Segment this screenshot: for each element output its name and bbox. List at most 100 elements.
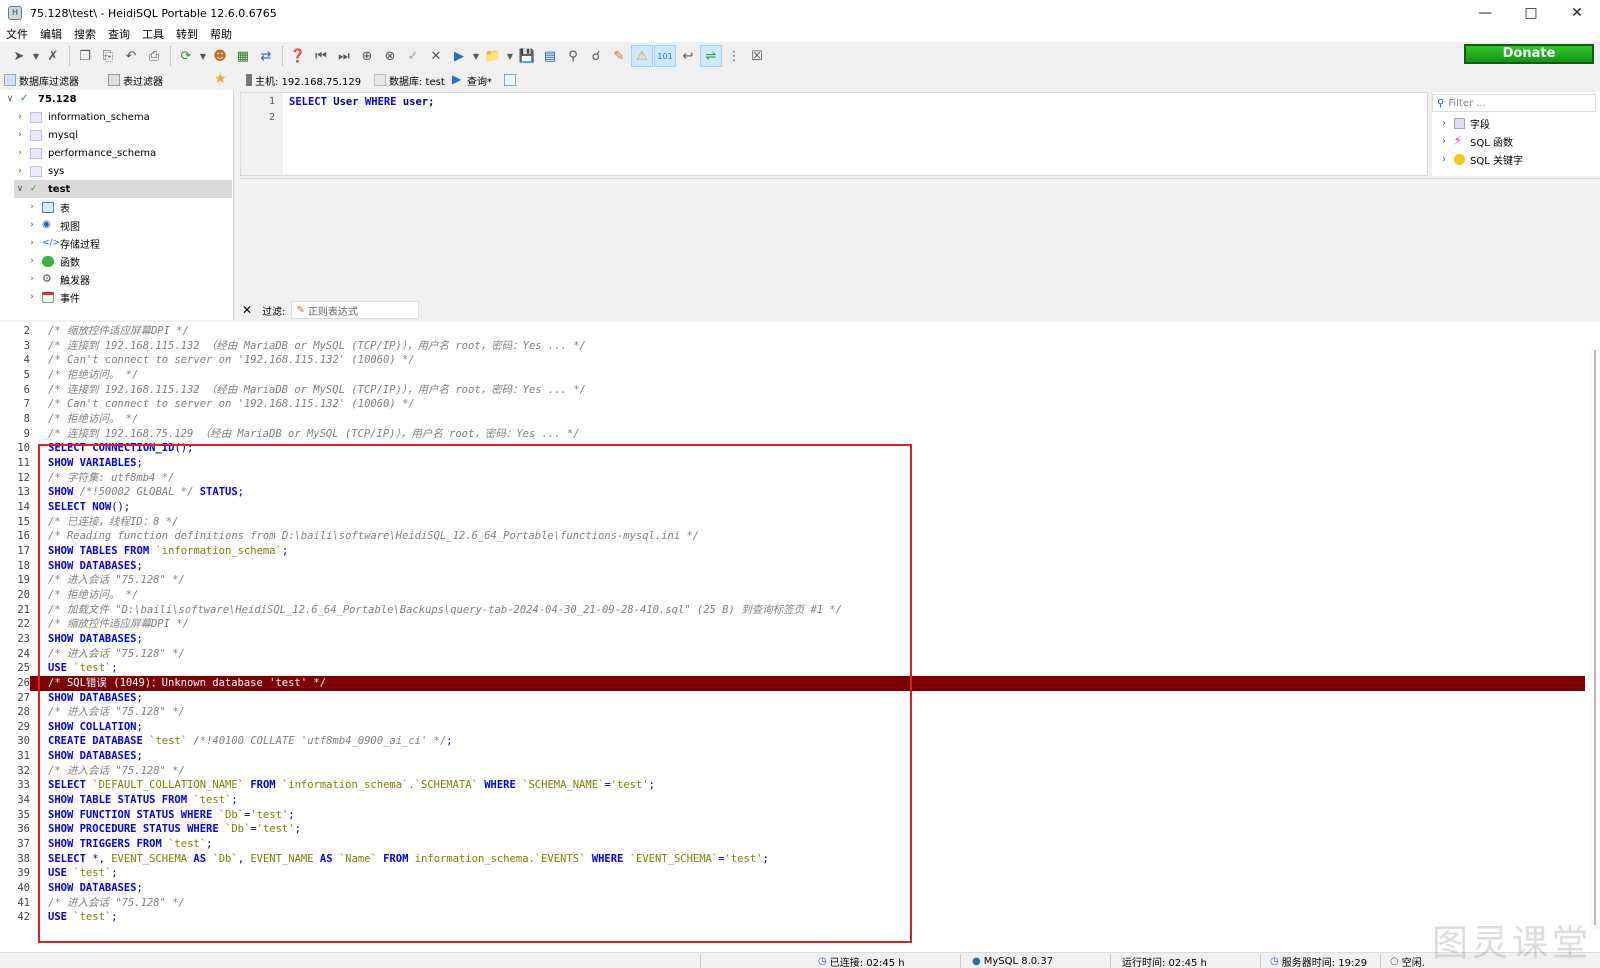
donate-button[interactable]: Donate — [1464, 44, 1594, 64]
open-folder-icon[interactable]: 📁 — [482, 45, 504, 67]
close-icon[interactable]: ✕ — [242, 303, 252, 317]
log-row[interactable]: 42 USE `test`; — [0, 910, 1585, 925]
refresh-icon[interactable]: ⟳ — [175, 45, 197, 67]
tree-db-test[interactable]: ∨ ✓ test — [14, 180, 232, 198]
log-row[interactable]: 28 /* 进入会话 "75.128" */ — [0, 705, 1585, 720]
log-row[interactable]: 32 /* 进入会话 "75.128" */ — [0, 764, 1585, 779]
maximize-button[interactable]: □ — [1508, 0, 1554, 26]
log-row[interactable]: 31 SHOW DATABASES; — [0, 749, 1585, 764]
helper-item-sql-functions[interactable]: › ⚡ SQL 函数 — [1442, 132, 1513, 150]
save-icon[interactable]: 💾 — [516, 45, 538, 67]
log-row[interactable]: 38 SELECT *, EVENT_SCHEMA AS `Db`, EVENT_… — [0, 852, 1585, 867]
format-icon[interactable]: ✎ — [608, 45, 630, 67]
user-manager-icon[interactable]: ☻ — [209, 45, 231, 67]
menu-file[interactable]: 文件 — [0, 26, 34, 42]
chevron-right-icon[interactable]: › — [1442, 118, 1446, 129]
log-row[interactable]: 5 /* 拒绝访问。 */ — [0, 368, 1585, 383]
helpers-filter-input[interactable]: ⚲ Filter ... — [1432, 94, 1596, 112]
chevron-right-icon[interactable]: › — [14, 148, 26, 158]
tree-db-performance-schema[interactable]: › performance_schema — [14, 144, 232, 162]
tab-table-filter[interactable]: 表过滤器 — [108, 71, 163, 89]
chevron-right-icon[interactable]: › — [14, 130, 26, 140]
print-icon[interactable]: ⎙ — [143, 45, 165, 67]
log-row[interactable]: 16 /* Reading function definitions from D… — [0, 529, 1585, 544]
menu-search[interactable]: 搜索 — [68, 26, 102, 42]
new-query-tab-button[interactable] — [504, 71, 519, 89]
menu-help[interactable]: 帮助 — [204, 26, 238, 42]
log-row[interactable]: 14 SELECT NOW(); — [0, 500, 1585, 515]
exit-icon[interactable]: ☒ — [746, 45, 768, 67]
helper-item-columns[interactable]: › 字段 — [1442, 114, 1490, 132]
log-row[interactable]: 21 /* 加载文件 "D:\baili\software\HeidiSQL_12… — [0, 603, 1585, 618]
save-snippet-icon[interactable]: ▤ — [539, 45, 561, 67]
dropdown-arrow-icon[interactable]: ▼ — [471, 45, 481, 67]
dropdown-arrow-icon[interactable]: ▼ — [505, 45, 515, 67]
execute-icon[interactable]: ▶ — [448, 45, 470, 67]
log-row[interactable]: 19 /* 进入会话 "75.128" */ — [0, 573, 1585, 588]
chevron-right-icon[interactable]: › — [1442, 136, 1446, 147]
find-icon[interactable]: ⚲ — [562, 45, 584, 67]
paste-icon[interactable]: ⎘ — [97, 45, 119, 67]
tree-item-functions[interactable]: › 函数 — [26, 252, 232, 270]
connect-icon[interactable]: ➤ — [8, 45, 30, 67]
log-row[interactable]: 12 /* 字符集: utf8mb4 */ — [0, 471, 1585, 486]
menu-goto[interactable]: 转到 — [170, 26, 204, 42]
log-row[interactable]: 39 USE `test`; — [0, 866, 1585, 881]
add-icon[interactable]: ⊕ — [356, 45, 378, 67]
helper-item-sql-keywords[interactable]: › SQL 关键字 — [1442, 150, 1523, 168]
log-row[interactable]: 41 /* 进入会话 "75.128" */ — [0, 896, 1585, 911]
log-row[interactable]: 9 /* 连接到 192.168.75.129 （经由 MariaDB or My… — [0, 427, 1585, 442]
log-row[interactable]: 8 /* 拒绝访问。 */ — [0, 412, 1585, 427]
chevron-right-icon[interactable]: › — [26, 274, 38, 284]
log-row[interactable]: 17 SHOW TABLES FROM `information_schema`; — [0, 544, 1585, 559]
tab-query[interactable]: ▶ 查询* — [452, 71, 492, 89]
log-row[interactable]: 2 /* 缩放控件适应屏幕DPI */ — [0, 324, 1585, 339]
copy-icon[interactable]: ❐ — [74, 45, 96, 67]
log-row[interactable]: 24 /* 进入会话 "75.128" */ — [0, 647, 1585, 662]
log-row[interactable]: 18 SHOW DATABASES; — [0, 559, 1585, 574]
sql-log[interactable]: 2 /* 缩放控件适应屏幕DPI */ 3 /* 连接到 192.168.115.13… — [0, 322, 1600, 952]
log-row[interactable]: 27 SHOW DATABASES; — [0, 691, 1585, 706]
table-tools-icon[interactable]: ▦ — [232, 45, 254, 67]
chevron-down-icon[interactable]: ∨ — [4, 94, 16, 104]
delete-icon[interactable]: ⊗ — [379, 45, 401, 67]
log-row[interactable]: 22 /* 缩放控件适应屏幕DPI */ — [0, 617, 1585, 632]
log-row-error[interactable]: 26 /* SQL错误 (1049)：Unknown database 'test… — [0, 675, 1585, 691]
chevron-right-icon[interactable]: › — [26, 292, 38, 302]
undo-icon[interactable]: ↶ — [120, 45, 142, 67]
chevron-right-icon[interactable]: › — [26, 220, 38, 230]
info-icon[interactable]: ⋮ — [723, 45, 745, 67]
tree-item-events[interactable]: › 事件 — [26, 288, 232, 306]
tree-item-triggers[interactable]: › ⚙ 触发器 — [26, 270, 232, 288]
help-icon[interactable]: ❓ — [287, 45, 309, 67]
chevron-right-icon[interactable]: › — [14, 166, 26, 176]
chevron-right-icon[interactable]: › — [14, 112, 26, 122]
log-row[interactable]: 36 SHOW PROCEDURE STATUS WHERE `Db`='test… — [0, 822, 1585, 837]
sync-icon[interactable]: ⇄ — [255, 45, 277, 67]
editor-code-line[interactable]: SELECT User WHERE user; — [289, 96, 434, 108]
log-row[interactable]: 29 SHOW COLLATION; — [0, 720, 1585, 735]
warning-icon[interactable]: ⚠ — [631, 45, 653, 67]
minimize-button[interactable]: — — [1462, 0, 1508, 26]
log-row[interactable]: 7 /* Can't connect to server on '192.168.… — [0, 397, 1585, 412]
auto-refresh-icon[interactable]: ⇌ — [700, 45, 722, 67]
chevron-right-icon[interactable]: › — [26, 256, 38, 266]
chevron-right-icon[interactable]: › — [26, 202, 38, 212]
wrap-icon[interactable]: ↩ — [677, 45, 699, 67]
chevron-right-icon[interactable]: › — [26, 238, 38, 248]
menu-tools[interactable]: 工具 — [136, 26, 170, 42]
log-row[interactable]: 23 SHOW DATABASES; — [0, 632, 1585, 647]
log-row[interactable]: 34 SHOW TABLE STATUS FROM `test`; — [0, 793, 1585, 808]
menu-query[interactable]: 查询 — [102, 26, 136, 42]
first-icon[interactable]: ⏮ — [310, 45, 332, 67]
disconnect-icon[interactable]: ✗ — [42, 45, 64, 67]
log-row[interactable]: 33 SELECT `DEFAULT_COLLATION_NAME` FROM `… — [0, 778, 1585, 793]
log-row[interactable]: 37 SHOW TRIGGERS FROM `test`; — [0, 837, 1585, 852]
regex-filter-input[interactable]: ✎ 正则表达式 — [291, 301, 420, 319]
tab-database-filter[interactable]: 数据库过滤器 — [4, 71, 79, 89]
log-row[interactable]: 3 /* 连接到 192.168.115.132 （经由 MariaDB or M… — [0, 339, 1585, 354]
binary-icon[interactable]: 101 — [654, 45, 676, 67]
log-row[interactable]: 6 /* 连接到 192.168.115.132 （经由 MariaDB or M… — [0, 383, 1585, 398]
tree-item-tables[interactable]: › 表 — [26, 198, 232, 216]
log-row[interactable]: 25 USE `test`; — [0, 661, 1585, 676]
